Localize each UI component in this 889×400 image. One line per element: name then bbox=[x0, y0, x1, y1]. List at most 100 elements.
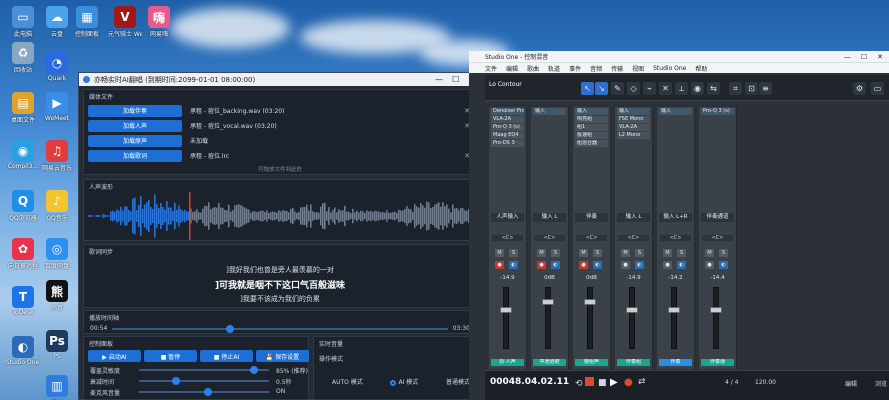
stop-icon[interactable]: ■ bbox=[598, 378, 607, 388]
mute-button[interactable]: M bbox=[663, 249, 672, 257]
paint-icon[interactable]: ⌁ bbox=[643, 82, 656, 95]
insert-slot[interactable]: FSE Mono bbox=[617, 116, 650, 123]
mode-normal[interactable]: 普通模式 bbox=[446, 377, 470, 386]
pan-icon[interactable]: <C> bbox=[534, 235, 565, 241]
mixer-channel[interactable]: Pro-Q 3 (s) 伴奏通道 <C> M S ● ◐ -14.4 伴奏通 bbox=[699, 107, 737, 369]
solo-button[interactable]: S bbox=[635, 249, 644, 257]
iq-icon[interactable]: ≡ bbox=[759, 82, 772, 95]
insert-slot[interactable]: 输入 bbox=[617, 108, 650, 115]
load-vocal-button[interactable]: 加载人声 bbox=[88, 119, 182, 132]
param-knob[interactable] bbox=[171, 377, 180, 385]
insert-slot[interactable]: 输入 bbox=[659, 108, 692, 115]
mixer-channel[interactable]: 输入 输入 L+R <C> M S ● ◐ -14.2 伴奏 bbox=[657, 107, 695, 369]
play-icon[interactable]: ▶ bbox=[610, 377, 618, 388]
studio-titlebar[interactable]: Studio One - 控制混音 — ☐ ✕ bbox=[469, 51, 889, 62]
menu-item[interactable]: 文件 bbox=[485, 64, 497, 73]
insert-slot[interactable]: Denoiser Pro bbox=[491, 108, 524, 115]
insert-slot[interactable]: L2 Mono bbox=[617, 132, 650, 139]
monitor-icon[interactable]: ◐ bbox=[593, 261, 602, 269]
desktop-icon[interactable]: ▦ 控制面板 bbox=[70, 6, 104, 38]
monitor-icon[interactable]: ◐ bbox=[509, 261, 518, 269]
record-arm-icon[interactable]: ● bbox=[705, 261, 714, 269]
maximize-icon[interactable]: ☐ bbox=[861, 53, 867, 61]
record-arm-icon[interactable]: ● bbox=[495, 261, 504, 269]
mute-button[interactable]: M bbox=[495, 249, 504, 257]
desktop-icon[interactable]: ◉ Compil3... bbox=[6, 140, 40, 170]
browse-button[interactable]: 浏览 bbox=[875, 379, 887, 388]
mixer-channel[interactable]: Denoiser Pro VLA-2A Pro-Q 3 (s) Maag EQ4 Pro… bbox=[489, 107, 527, 369]
fader-cap[interactable] bbox=[668, 307, 680, 313]
desktop-icon[interactable]: ◎ 百度网盘 bbox=[40, 238, 74, 270]
record-arm-icon[interactable]: ● bbox=[621, 261, 630, 269]
monitor-icon[interactable]: ◐ bbox=[719, 261, 728, 269]
pan-icon[interactable]: <C> bbox=[492, 235, 523, 241]
loop-toggle-icon[interactable]: ⇄ bbox=[638, 377, 646, 387]
param-slider[interactable] bbox=[139, 388, 269, 396]
close-icon[interactable]: ✕ bbox=[877, 53, 883, 61]
desktop-icon[interactable]: T ToDesk bbox=[6, 286, 40, 316]
channel-input[interactable]: 人声输入 bbox=[491, 213, 524, 222]
pan-icon[interactable]: <C> bbox=[660, 235, 691, 241]
volume-fader[interactable] bbox=[587, 287, 593, 349]
channel-input[interactable]: 伴奏通道 bbox=[701, 213, 734, 222]
insert-slot[interactable]: Maag EQ4 bbox=[491, 132, 524, 139]
record-arm-icon[interactable]: ● bbox=[579, 261, 588, 269]
mode-ai[interactable]: AI 模式 bbox=[390, 377, 418, 386]
settings-icon[interactable]: ⚙ bbox=[853, 82, 866, 95]
desktop-icon[interactable]: ▥网络 bbox=[40, 375, 74, 400]
desktop-icon[interactable]: ✿ 向日葵远程 bbox=[6, 238, 40, 270]
translator-window[interactable]: 亦畅实时AI翻唱 (到期时间:2099-01-01 08:00:00) —☐✕ … bbox=[78, 72, 482, 400]
desktop-icon[interactable]: ♪ QQ音乐 bbox=[40, 190, 74, 222]
fader-cap[interactable] bbox=[584, 299, 596, 305]
pause-button[interactable]: ■ 暂停 bbox=[144, 350, 197, 362]
mixer-channel[interactable]: 输入 输入 L <C> M S ● ◐ 0dB 中通道链 bbox=[531, 107, 569, 369]
timeline-knob[interactable] bbox=[226, 325, 235, 333]
desktop-icon[interactable]: ▶ WeMeet bbox=[40, 92, 74, 122]
vocal-waveform[interactable] bbox=[84, 192, 478, 240]
mute-button[interactable]: M bbox=[537, 249, 546, 257]
menu-item[interactable]: 音频 bbox=[590, 64, 602, 73]
split-icon[interactable]: ⟂ bbox=[675, 82, 688, 95]
channel-input[interactable]: 输入 L bbox=[533, 213, 566, 222]
load-lyrics-button[interactable]: 加载歌词 bbox=[88, 149, 182, 162]
desktop-icon[interactable]: ♫ 网易云音乐 bbox=[40, 140, 74, 172]
desktop-icon[interactable]: Ps PS bbox=[40, 330, 74, 360]
desktop-icon[interactable]: ☁ 云盘 bbox=[40, 6, 74, 38]
insert-slot[interactable]: 输入 bbox=[533, 108, 566, 115]
volume-fader[interactable] bbox=[503, 287, 509, 349]
param-slider[interactable] bbox=[139, 377, 269, 385]
monitor-icon[interactable]: ◐ bbox=[635, 261, 644, 269]
desktop-icon[interactable]: ◔ Quark bbox=[40, 52, 74, 82]
mute-button[interactable]: M bbox=[579, 249, 588, 257]
insert-slot[interactable]: Pro-Q 3 (s) bbox=[701, 108, 734, 115]
edit-button[interactable]: 编辑 bbox=[845, 379, 857, 388]
volume-fader[interactable] bbox=[629, 287, 635, 349]
desktop-icon[interactable]: Q QQ浏览器 bbox=[6, 190, 40, 222]
tempo[interactable]: 120.00 bbox=[755, 379, 776, 386]
channel-input[interactable]: 输入 L+R bbox=[659, 213, 692, 222]
monitor-icon[interactable]: ◐ bbox=[551, 261, 560, 269]
snap-icon[interactable]: ⌗ bbox=[729, 82, 742, 95]
solo-button[interactable]: S bbox=[551, 249, 560, 257]
listen-icon[interactable]: ◉ bbox=[691, 82, 704, 95]
menu-item[interactable]: Studio One bbox=[653, 65, 686, 72]
record-arm-icon[interactable]: ● bbox=[537, 261, 546, 269]
range-tool-icon[interactable]: ↘ bbox=[595, 82, 608, 95]
menu-item[interactable]: 视图 bbox=[632, 64, 644, 73]
param-slider[interactable] bbox=[139, 366, 269, 374]
desktop-icon[interactable]: ♻ 回收站 bbox=[6, 42, 40, 74]
pan-icon[interactable]: <C> bbox=[576, 235, 607, 241]
menu-item[interactable]: 轨道 bbox=[548, 64, 560, 73]
param-knob[interactable] bbox=[249, 366, 258, 374]
mute-button[interactable]: M bbox=[705, 249, 714, 257]
volume-fader[interactable] bbox=[545, 287, 551, 349]
desktop-icon[interactable]: V 元气骑士 WeGame bbox=[108, 6, 142, 38]
quantize-icon[interactable]: ⊡ bbox=[745, 82, 758, 95]
monitor-icon[interactable]: ◐ bbox=[677, 261, 686, 269]
fader-cap[interactable] bbox=[710, 307, 722, 313]
solo-button[interactable]: S bbox=[593, 249, 602, 257]
channel-input[interactable]: 伴奏 bbox=[575, 213, 608, 222]
desktop-icon[interactable]: ▭ 此电脑 bbox=[6, 6, 40, 38]
desktop-icon[interactable]: 嗨网易嗨 bbox=[142, 6, 176, 38]
audio-bend-icon[interactable]: ⇆ bbox=[707, 82, 720, 95]
